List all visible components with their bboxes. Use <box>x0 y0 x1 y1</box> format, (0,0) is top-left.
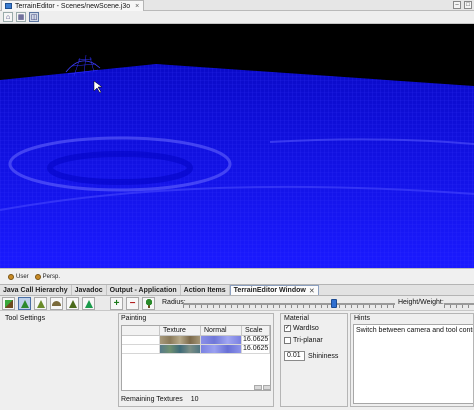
hints-text: Switch between camera and tool controls … <box>353 324 473 404</box>
tab-javadoc[interactable]: Javadoc <box>72 285 107 295</box>
remaining-textures-count: 10 <box>190 396 199 403</box>
scale-cell[interactable]: 16.0625 <box>242 336 270 344</box>
hints-label: Hints <box>354 315 370 322</box>
texture-table[interactable]: Texture Normal Scale 16.0625 16.0625 <box>121 325 271 391</box>
raise-tool[interactable] <box>18 297 31 310</box>
slope-tool[interactable] <box>142 297 155 310</box>
camera-icon[interactable]: ⌂ <box>3 12 13 22</box>
rough-tool[interactable] <box>66 297 79 310</box>
rough-icon <box>68 299 77 308</box>
material-label: Material <box>284 315 309 322</box>
tab-label: Javadoc <box>74 286 103 294</box>
hints-group: Hints Switch between camera and tool con… <box>350 313 474 407</box>
panel-tabs: Java Call Hierarchy Javadoc Output - App… <box>0 284 474 296</box>
wardiso-label: WardIso <box>293 325 319 332</box>
material-group: Material ✓ WardIso Tri-planar 0.01 Shini… <box>280 313 348 407</box>
shininess-label: Shininess <box>308 352 339 360</box>
terrain-add-icon <box>4 299 13 308</box>
tool-settings-label: Tool Settings <box>5 315 46 322</box>
raise-icon <box>20 299 29 308</box>
camera-bar: User Persp. <box>0 268 474 284</box>
triplanar-checkbox[interactable]: Tri-planar <box>284 337 323 344</box>
column-header-texture: Texture <box>160 326 201 335</box>
camera-persp-label: Persp. <box>42 273 61 280</box>
table-row[interactable]: 16.0625 <box>122 345 270 354</box>
level-icon <box>84 299 93 308</box>
tab-label: Output - Application <box>109 286 177 294</box>
height-weight-ticks <box>444 305 474 308</box>
tree-icon <box>144 299 153 308</box>
paint-tool[interactable]: + <box>110 297 123 310</box>
lower-tool[interactable] <box>34 297 47 310</box>
texture-swatch[interactable] <box>160 345 201 353</box>
tab-action-items[interactable]: Action Items <box>181 285 230 295</box>
texture-buttons <box>254 385 271 390</box>
shininess-row: 0.01 Shininess <box>284 351 338 361</box>
scale-cell[interactable]: 16.0625 <box>242 345 270 353</box>
smooth-icon <box>52 301 61 306</box>
persp-camera-icon <box>34 273 41 280</box>
triplanar-check-icon[interactable] <box>284 337 291 344</box>
erase-tool[interactable]: − <box>126 297 139 310</box>
terrain-toolbar: + − Radius: Height/Weight: <box>0 296 474 311</box>
tab-terraineditor-window[interactable]: TerrainEditor Window ✕ <box>229 285 319 295</box>
normal-swatch[interactable] <box>201 345 242 353</box>
maximize-icon[interactable]: □ <box>464 1 472 9</box>
radius-slider[interactable] <box>183 299 395 308</box>
minimize-icon[interactable]: – <box>453 1 461 9</box>
column-header <box>122 326 160 335</box>
add-terrain-tool[interactable] <box>2 297 15 310</box>
3d-viewport[interactable] <box>0 24 474 268</box>
table-row[interactable]: 16.0625 <box>122 336 270 345</box>
plus-icon: + <box>113 297 120 309</box>
title-bar: TerrainEditor - Scenes/newScene.j3o × – … <box>0 0 474 11</box>
lower-icon <box>36 299 45 308</box>
minus-icon: − <box>129 297 136 309</box>
texture-table-header: Texture Normal Scale <box>122 326 270 336</box>
row-index-cell <box>122 336 160 344</box>
camera-user[interactable]: User <box>8 273 29 280</box>
triplanar-label: Tri-planar <box>293 337 323 344</box>
smooth-tool[interactable] <box>50 297 63 310</box>
tab-label: TerrainEditor Window <box>233 287 306 294</box>
painting-group: Painting Texture Normal Scale 16.0625 16… <box>118 313 274 407</box>
tab-java-call-hierarchy[interactable]: Java Call Hierarchy <box>0 285 72 295</box>
radius-ticks <box>183 305 395 308</box>
close-tab-icon[interactable]: ✕ <box>309 287 315 295</box>
normal-swatch[interactable] <box>201 336 242 344</box>
window-buttons: – □ <box>453 1 472 9</box>
camera-persp[interactable]: Persp. <box>34 273 61 280</box>
remove-texture-button[interactable] <box>263 385 271 390</box>
remaining-textures-label: Remaining Textures <box>121 396 183 403</box>
user-camera-icon <box>8 273 14 280</box>
terrain-wireframe <box>0 54 474 268</box>
terrain-icon <box>5 3 12 9</box>
editor-tab-label: TerrainEditor - Scenes/newScene.j3o <box>15 2 131 10</box>
tab-label: Java Call Hierarchy <box>3 286 68 294</box>
viewport-toolbar: ⌂ ▦ ◫ <box>0 11 474 24</box>
height-weight-slider[interactable] <box>444 299 474 308</box>
column-header-scale: Scale <box>242 326 270 335</box>
column-header-normal: Normal <box>201 326 242 335</box>
wardiso-checkbox[interactable]: ✓ WardIso <box>284 325 319 332</box>
editor-tab[interactable]: TerrainEditor - Scenes/newScene.j3o × <box>1 0 145 11</box>
radius-slider-thumb[interactable] <box>331 299 337 308</box>
wardiso-check-icon[interactable]: ✓ <box>284 325 291 332</box>
grid-icon[interactable]: ▦ <box>16 12 26 22</box>
camera-user-label: User <box>16 273 29 280</box>
level-tool[interactable] <box>82 297 95 310</box>
tab-label: Action Items <box>183 286 226 294</box>
tab-output-application[interactable]: Output - Application <box>107 285 181 295</box>
add-texture-button[interactable] <box>254 385 262 390</box>
shininess-input[interactable]: 0.01 <box>284 351 305 361</box>
select-icon[interactable]: ◫ <box>29 12 39 22</box>
texture-swatch[interactable] <box>160 336 201 344</box>
row-index-cell <box>122 345 160 353</box>
height-weight-label: Height/Weight: <box>398 299 444 306</box>
painting-label: Painting <box>121 315 147 322</box>
close-icon[interactable]: × <box>135 3 139 10</box>
remaining-textures: Remaining Textures 10 <box>121 396 199 403</box>
terrain-editor-panel: Tool Settings Painting Texture Normal Sc… <box>0 311 474 410</box>
